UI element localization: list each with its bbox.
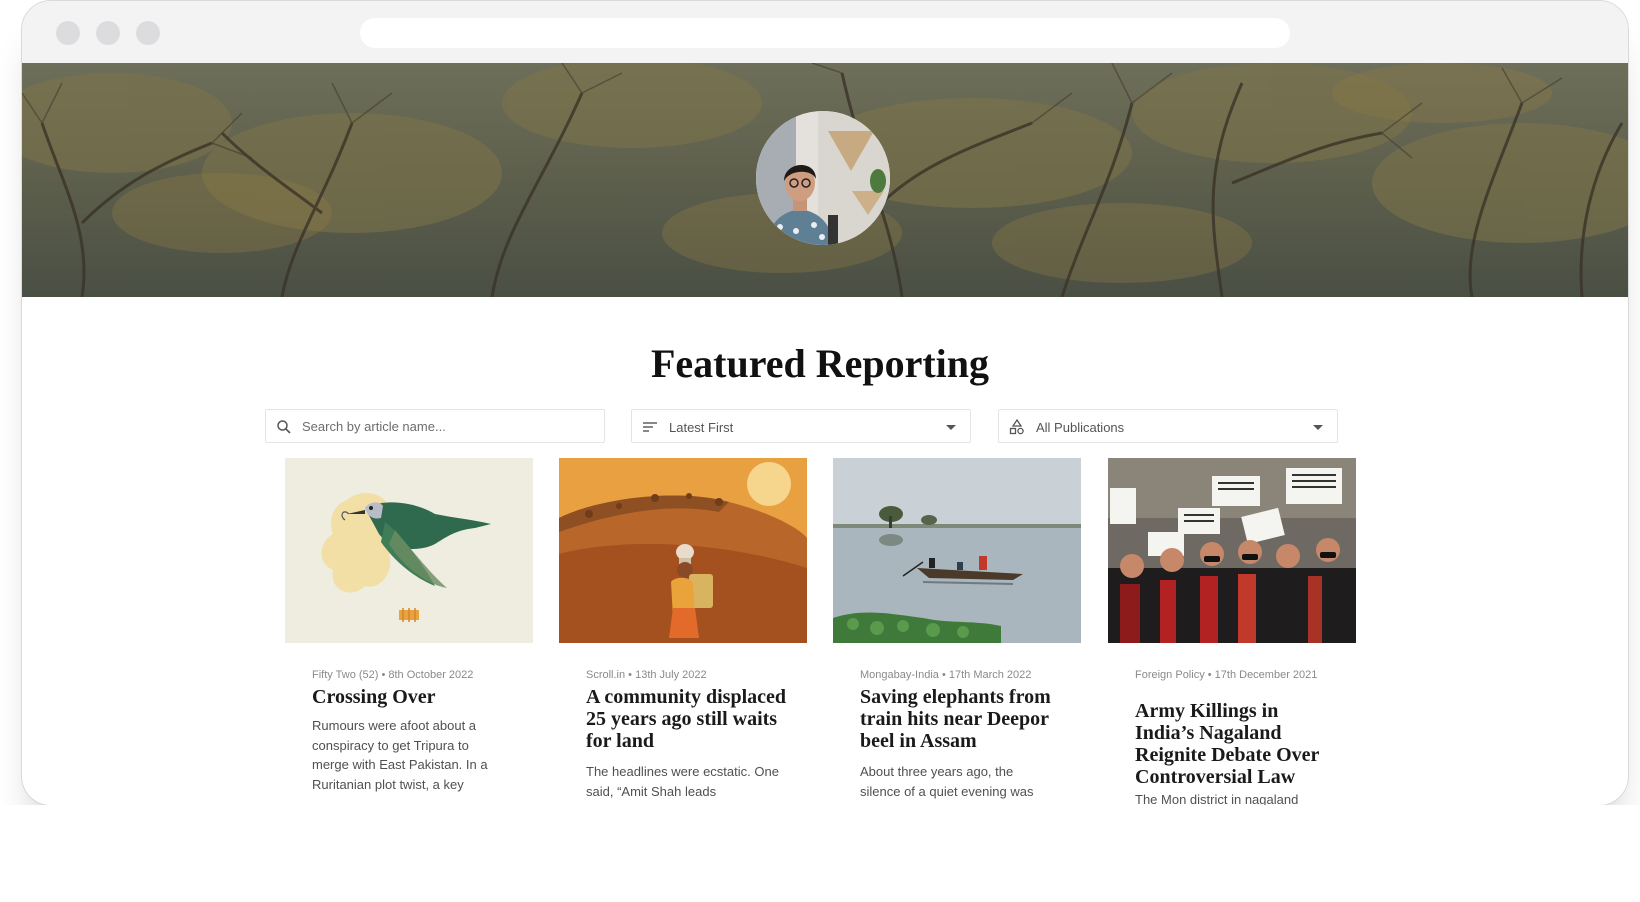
article-headline[interactable]: Saving elephants from train hits near De… — [860, 686, 1065, 752]
page-title: Featured Reporting — [650, 341, 990, 386]
article-headline[interactable]: Army Killings in India’s Nagaland Reigni… — [1135, 700, 1330, 788]
window-minimize-dot[interactable] — [96, 21, 120, 45]
article-thumbnail[interactable] — [285, 458, 533, 643]
article-headline[interactable]: Crossing Over — [312, 686, 517, 708]
sort-selected-value: Latest First — [669, 420, 734, 435]
article-thumbnail[interactable] — [559, 458, 807, 643]
woman-carrying-basket-illustration-image — [559, 458, 807, 643]
protest-crowd-photo-image — [1108, 458, 1356, 643]
article-meta: Scroll.in • 13th July 2022 — [586, 669, 707, 681]
chevron-down-icon — [1313, 425, 1323, 430]
author-portrait-icon — [756, 111, 890, 245]
article-excerpt: The headlines were ecstatic. One said, “… — [586, 764, 779, 799]
search-input[interactable] — [302, 417, 592, 435]
publication-dropdown[interactable]: All Publications — [998, 409, 1338, 443]
publication-selected-value: All Publications — [1036, 420, 1125, 435]
browser-window — [21, 0, 1629, 806]
article-meta: Foreign Policy • 17th December 2021 — [1135, 669, 1318, 681]
search-box[interactable] — [265, 409, 605, 443]
article-excerpt: About three years ago, the silence of a … — [860, 764, 1034, 799]
window-bottom-mask — [0, 805, 1640, 902]
article-excerpt: Rumours were afoot about a conspiracy to… — [312, 718, 488, 792]
article-meta: Fifty Two (52) • 8th October 2022 — [312, 669, 474, 681]
article-thumbnail[interactable] — [833, 458, 1081, 643]
browser-toolbar — [22, 1, 1628, 63]
sort-lines-icon — [643, 422, 657, 432]
window-close-dot[interactable] — [56, 21, 80, 45]
address-bar[interactable] — [360, 18, 1290, 48]
window-maximize-dot[interactable] — [136, 21, 160, 45]
article-thumbnail[interactable] — [1108, 458, 1356, 643]
sort-dropdown[interactable]: Latest First — [631, 409, 971, 443]
bird-illustration-image — [285, 458, 533, 643]
shapes-icon — [1009, 419, 1024, 435]
search-icon — [277, 420, 291, 434]
author-avatar[interactable] — [756, 111, 890, 245]
article-meta: Mongabay-India • 17th March 2022 — [860, 669, 1032, 681]
chevron-down-icon — [946, 425, 956, 430]
boat-on-lake-photo-image — [833, 458, 1081, 643]
article-headline[interactable]: A community displaced 25 years ago still… — [586, 686, 791, 752]
